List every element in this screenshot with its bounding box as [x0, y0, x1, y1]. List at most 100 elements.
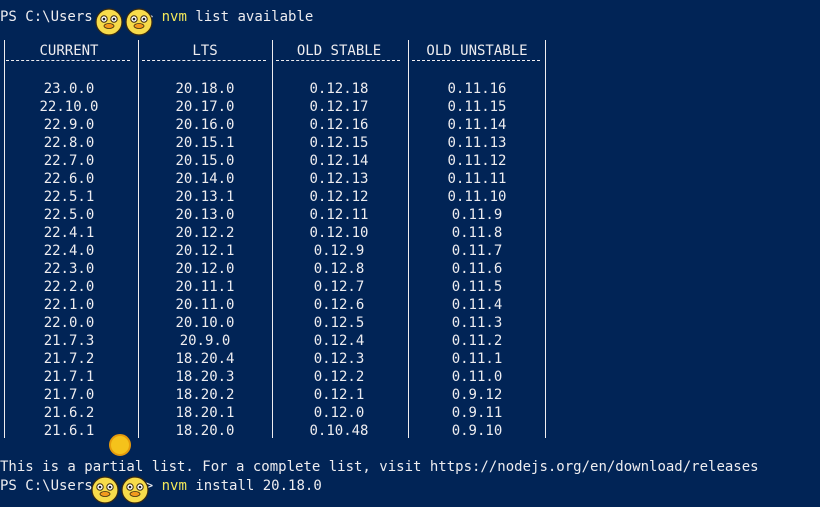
table-cell: 20.16.0: [175, 117, 235, 133]
table-cell: 0.12.8: [313, 261, 365, 277]
table-cell: 0.11.16: [447, 81, 507, 97]
table-cell: 0.9.12: [451, 387, 503, 403]
column-separator: [545, 40, 546, 438]
header-divider: [6, 60, 130, 69]
table-cell: 0.12.7: [313, 279, 365, 295]
table-cell: 22.7.0: [43, 153, 95, 169]
column-separator: [408, 40, 409, 438]
table-cell: 0.11.12: [447, 153, 507, 169]
table-cell: 22.3.0: [43, 261, 95, 277]
table-cell: 0.12.5: [313, 315, 365, 331]
table-cell: 22.5.1: [43, 189, 95, 205]
table-cell: 22.4.0: [43, 243, 95, 259]
table-cell: 22.5.0: [43, 207, 95, 223]
column-header: OLD STABLE: [296, 43, 382, 59]
table-cell: 0.12.10: [309, 225, 369, 241]
header-divider: [142, 60, 266, 69]
table-cell: 0.9.10: [451, 423, 503, 439]
table-cell: 0.12.15: [309, 135, 369, 151]
table-cell: 0.11.3: [451, 315, 503, 331]
table-cell: 0.12.0: [313, 405, 365, 421]
table-cell: 0.11.11: [447, 171, 507, 187]
table-cell: 20.14.0: [175, 171, 235, 187]
table-cell: 20.10.0: [175, 315, 235, 331]
table-cell: 0.11.14: [447, 117, 507, 133]
table-cell: 0.11.2: [451, 333, 503, 349]
column-separator: [138, 40, 139, 438]
table-cell: 21.7.3: [43, 333, 95, 349]
table-cell: 20.12.2: [175, 225, 235, 241]
table-cell: 22.0.0: [43, 315, 95, 331]
table-cell: 0.12.13: [309, 171, 369, 187]
table-cell: 20.11.0: [175, 297, 235, 313]
column-header: CURRENT: [39, 43, 99, 59]
duck-sticker-icon: [125, 8, 153, 36]
table-cell: 0.12.2: [313, 369, 365, 385]
table-cell: 22.10.0: [39, 99, 99, 115]
table-cell: 20.18.0: [175, 81, 235, 97]
table-cell: 0.11.4: [451, 297, 503, 313]
prompt-line-1: PS C:\Users > nvm list available: [0, 8, 313, 26]
table-cell: 22.2.0: [43, 279, 95, 295]
prompt-prefix: PS C:\Users: [0, 478, 93, 494]
table-cell: 0.10.48: [309, 423, 369, 439]
command-program: nvm: [161, 9, 187, 25]
column-header: OLD UNSTABLE: [426, 43, 528, 59]
table-cell: 0.12.16: [309, 117, 369, 133]
table-cell: 20.17.0: [175, 99, 235, 115]
table-cell: 22.1.0: [43, 297, 95, 313]
table-cell: 0.12.18: [309, 81, 369, 97]
table-cell: 22.9.0: [43, 117, 95, 133]
table-cell: 18.20.0: [175, 423, 235, 439]
table-cell: 18.20.2: [175, 387, 235, 403]
table-cell: 0.12.17: [309, 99, 369, 115]
table-cell: 0.9.11: [451, 405, 503, 421]
table-cell: 22.6.0: [43, 171, 95, 187]
table-cell: 0.11.9: [451, 207, 503, 223]
table-cell: 20.12.1: [175, 243, 235, 259]
table-cell: 22.4.1: [43, 225, 95, 241]
table-cell: 21.7.1: [43, 369, 95, 385]
table-cell: 0.11.8: [451, 225, 503, 241]
table-cell: 23.0.0: [43, 81, 95, 97]
table-cell: 0.12.1: [313, 387, 365, 403]
table-cell: 0.11.15: [447, 99, 507, 115]
table-cell: 0.12.9: [313, 243, 365, 259]
table-cell: 20.15.0: [175, 153, 235, 169]
table-cell: 0.12.11: [309, 207, 369, 223]
table-cell: 0.11.0: [451, 369, 503, 385]
table-cell: 18.20.1: [175, 405, 235, 421]
table-cell: 20.13.0: [175, 207, 235, 223]
table-cell: 0.12.12: [309, 189, 369, 205]
command-args: list available: [195, 9, 314, 25]
table-cell: 20.9.0: [179, 333, 231, 349]
table-cell: 18.20.4: [175, 351, 235, 367]
table-cell: 0.11.10: [447, 189, 507, 205]
table-cell: 21.7.0: [43, 387, 95, 403]
table-cell: 0.12.4: [313, 333, 365, 349]
table-cell: 0.11.7: [451, 243, 503, 259]
table-cell: 20.15.1: [175, 135, 235, 151]
table-cell: 20.12.0: [175, 261, 235, 277]
duck-sticker-icon: [121, 476, 149, 504]
table-cell: 0.11.1: [451, 351, 503, 367]
column-header: LTS: [192, 43, 218, 59]
table-cell: 21.7.2: [43, 351, 95, 367]
table-cell: 18.20.3: [175, 369, 235, 385]
header-divider: [412, 60, 540, 69]
prompt-prefix: PS C:\Users: [0, 9, 93, 25]
coin-icon: [109, 434, 131, 456]
table-cell: 0.12.6: [313, 297, 365, 313]
table-cell: 21.6.2: [43, 405, 95, 421]
header-divider: [276, 60, 400, 69]
command-args: install 20.18.0: [195, 478, 322, 494]
table-cell: 0.12.3: [313, 351, 365, 367]
prompt-line-2: PS C:\Users > nvm install 20.18.0: [0, 477, 322, 495]
command-program: nvm: [161, 478, 187, 494]
table-cell: 20.13.1: [175, 189, 235, 205]
table-cell: 22.8.0: [43, 135, 95, 151]
table-cell: 20.11.1: [175, 279, 235, 295]
column-separator: [272, 40, 273, 438]
table-cell: 0.11.5: [451, 279, 503, 295]
table-cell: 0.11.13: [447, 135, 507, 151]
